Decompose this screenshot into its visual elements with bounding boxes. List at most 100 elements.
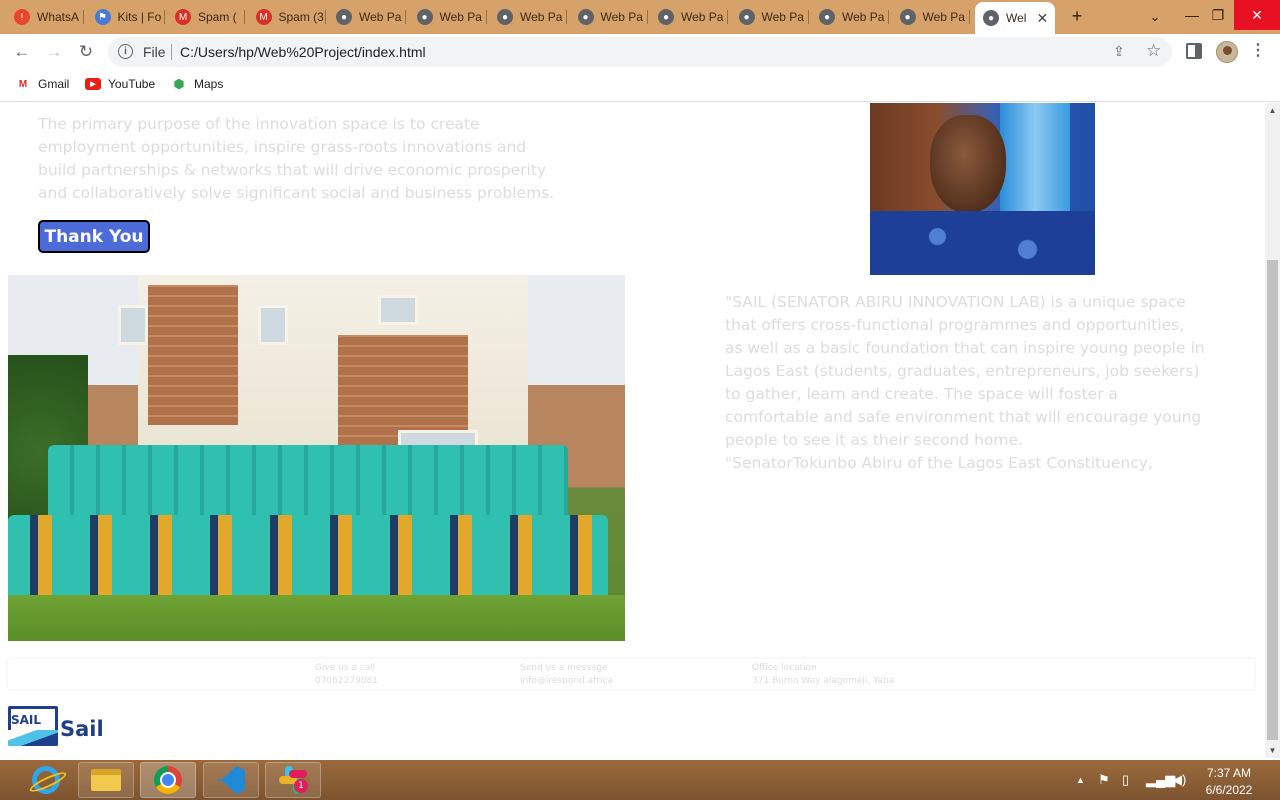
tab-separator — [405, 10, 406, 24]
tab-6[interactable]: ● Web Pa — [409, 4, 487, 30]
bookmark-label: Gmail — [38, 77, 70, 91]
quote-attribution: "SenatorTokunbo Abiru of the Lagos East … — [725, 454, 1153, 472]
logo-text[interactable]: Sail — [60, 717, 104, 741]
thank-you-button[interactable]: Thank You — [38, 220, 150, 253]
tab-label: Web Pa — [439, 10, 482, 24]
tab-separator — [888, 10, 889, 24]
tab-2[interactable]: ⚑ Kits | Fo — [87, 4, 165, 30]
bookmark-label: Maps — [194, 77, 224, 91]
volume-icon[interactable]: ◀) — [1172, 772, 1186, 788]
tab-12[interactable]: ● Web Pa — [892, 4, 970, 30]
internet-explorer-icon[interactable] — [18, 762, 74, 798]
window-close-button[interactable]: ✕ — [1234, 0, 1280, 30]
bookmark-youtube[interactable]: ▶ YouTube — [85, 77, 155, 91]
portrait-shirt — [870, 211, 1095, 275]
forward-arrow-icon[interactable]: → — [42, 40, 66, 64]
footer-message-label: Send us a message — [520, 663, 608, 673]
footer-call-label: Give us a call — [315, 663, 376, 673]
globe-icon: ● — [497, 9, 513, 25]
tab-1[interactable]: ! WhatsA — [6, 4, 84, 30]
tab-9[interactable]: ● Web Pa — [650, 4, 728, 30]
power-icon[interactable]: ▯ — [1122, 772, 1129, 788]
footer-call: Give us a call 07062279081 — [315, 662, 378, 688]
footer-message-value[interactable]: info@irespond.africa — [520, 675, 613, 688]
page-scrollbar[interactable]: ▲ ▼ — [1265, 103, 1280, 758]
bookmark-maps[interactable]: ⬢ Maps — [171, 77, 224, 91]
show-hidden-icons-icon[interactable]: ▲ — [1076, 775, 1085, 785]
tab-label: Web Pa — [922, 10, 965, 24]
tab-separator — [807, 10, 809, 24]
gmail-icon: M — [18, 78, 28, 90]
sail-logo-icon[interactable]: SAIL — [8, 706, 58, 746]
bookmarks-bar: M Gmail ▶ YouTube ⬢ Maps — [0, 70, 1280, 102]
speaker-portrait-image — [870, 103, 1095, 275]
globe-icon: ● — [658, 9, 674, 25]
side-panel-icon[interactable] — [1186, 43, 1202, 59]
crowd-back-row — [48, 445, 568, 525]
page-viewport: The primary purpose of the innovation sp… — [0, 103, 1265, 758]
tab-separator — [244, 10, 245, 24]
address-scheme: File — [143, 44, 166, 60]
restore-button[interactable]: ❐ — [1203, 0, 1233, 30]
crowd-front-row — [8, 515, 608, 605]
reload-icon[interactable]: ↻ — [74, 40, 98, 64]
globe-icon: ● — [738, 9, 755, 25]
contact-footer: Give us a call 07062279081 Send us a mes… — [8, 659, 1254, 689]
footer-location: Office location 371 Borno Way alagomeji,… — [752, 662, 894, 688]
footer-location-label: Office location — [752, 663, 817, 673]
tab-separator — [566, 10, 567, 24]
globe-icon: ● — [819, 9, 835, 25]
tab-label: WhatsA — [37, 10, 80, 24]
tab-7[interactable]: ● Web Pa — [489, 4, 567, 30]
address-url[interactable]: C:/Users/hp/Web%20Project/index.html — [180, 44, 426, 60]
action-center-flag-icon[interactable]: ⚑ — [1098, 772, 1110, 788]
tab-label: Kits | Fo — [117, 10, 162, 24]
vscode-icon[interactable] — [203, 762, 259, 798]
back-arrow-icon[interactable]: ← — [10, 40, 34, 64]
tab-3[interactable]: M Spam ( — [167, 4, 245, 30]
globe-icon: ● — [577, 9, 594, 25]
window — [258, 305, 288, 345]
chrome-icon[interactable] — [140, 762, 196, 798]
profile-avatar[interactable] — [1216, 41, 1238, 63]
flag-icon: ⚑ — [94, 9, 111, 25]
tab-active[interactable]: ● Wel ✕ — [975, 2, 1055, 34]
address-bar[interactable]: i File C:/Users/hp/Web%20Project/index.h… — [108, 37, 1172, 67]
share-icon[interactable]: ⇪ — [1113, 43, 1125, 60]
tab-8[interactable]: ● Web Pa — [570, 4, 648, 30]
new-tab-button[interactable]: + — [1065, 6, 1089, 27]
slack-icon[interactable]: 1 — [265, 762, 321, 798]
window — [118, 305, 148, 345]
slack-notification-badge: 1 — [294, 779, 308, 793]
file-explorer-icon[interactable] — [78, 762, 134, 798]
info-icon[interactable]: i — [118, 44, 133, 59]
tab-label: Spam ( — [198, 10, 237, 24]
scrollbar-thumb[interactable] — [1267, 260, 1278, 740]
tab-10[interactable]: ● Web Pa — [731, 4, 809, 30]
tab-separator — [968, 10, 970, 24]
tab-separator — [646, 10, 648, 24]
globe-icon: ● — [983, 10, 999, 26]
scroll-up-arrow-icon[interactable]: ▲ — [1265, 103, 1280, 118]
tab-4[interactable]: M Spam (3 — [248, 4, 326, 30]
window — [378, 295, 418, 325]
logo-wave — [8, 730, 58, 746]
system-clock[interactable]: 7:37 AM 6/6/2022 — [1190, 765, 1268, 799]
curtain — [1000, 103, 1070, 213]
tab-11[interactable]: ● Web Pa — [811, 4, 889, 30]
windows-taskbar: 1 ▲ ⚑ ▯ ▂▄▆ ◀) 7:37 AM 6/6/2022 — [0, 760, 1280, 800]
youtube-icon: ▶ — [85, 78, 101, 90]
more-menu-icon[interactable]: ⋮ — [1250, 40, 1266, 60]
tab-label: Web Pa — [842, 10, 885, 24]
bookmark-gmail[interactable]: M Gmail — [15, 77, 70, 91]
tab-label: Web Pa — [359, 10, 402, 24]
footer-call-value[interactable]: 07062279081 — [315, 675, 378, 688]
scroll-down-arrow-icon[interactable]: ▼ — [1265, 743, 1280, 758]
tab-search-chevron-icon[interactable]: ⌄ — [1143, 9, 1167, 25]
network-signal-icon[interactable]: ▂▄▆ — [1146, 772, 1175, 788]
lawn — [8, 595, 625, 641]
bookmark-star-icon[interactable]: ☆ — [1146, 41, 1161, 61]
close-icon[interactable]: ✕ — [1036, 10, 1048, 27]
intro-paragraph: The primary purpose of the innovation sp… — [38, 115, 555, 202]
tab-5[interactable]: ● Web Pa — [328, 4, 406, 30]
